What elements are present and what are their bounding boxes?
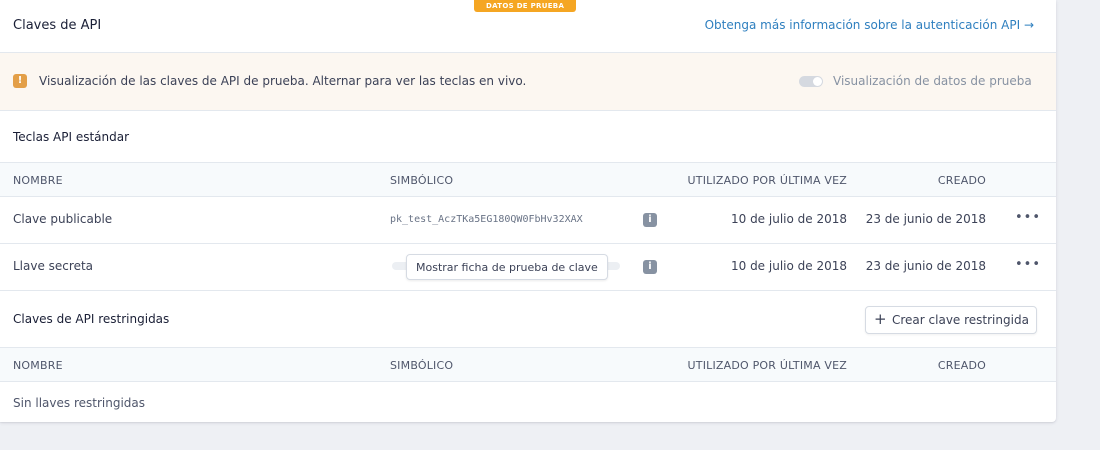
column-header-created: CREADO bbox=[937, 174, 986, 187]
key-last-used: 10 de julio de 2018 bbox=[730, 259, 847, 273]
table-row: Clave publicable pk_test_AczTKa5EG180QW0… bbox=[0, 197, 1056, 244]
plus-icon: + bbox=[874, 310, 887, 328]
column-header-created: CREADO bbox=[937, 359, 986, 372]
column-header-token: SIMBÓLICO bbox=[390, 174, 454, 187]
create-restricted-key-label: Crear clave restringida bbox=[892, 313, 1029, 327]
info-icon[interactable]: i bbox=[643, 260, 657, 274]
restricted-keys-empty: Sin llaves restringidas bbox=[0, 382, 1056, 422]
restricted-keys-table-header: NOMBRE SIMBÓLICO UTILIZADO POR ÚLTIMA VE… bbox=[0, 348, 1056, 382]
toggle-knob bbox=[813, 77, 822, 86]
key-token[interactable]: pk_test_AczTKa5EG180QW0FbHv32XAX bbox=[390, 214, 583, 225]
more-options-icon[interactable]: ••• bbox=[1015, 210, 1041, 225]
info-icon[interactable]: i bbox=[643, 213, 657, 227]
notice-message: Visualización de las claves de API de pr… bbox=[39, 74, 527, 88]
empty-state-text: Sin llaves restringidas bbox=[13, 396, 145, 410]
page-title: Claves de API bbox=[13, 18, 102, 33]
standard-keys-table-header: NOMBRE SIMBÓLICO UTILIZADO POR ÚLTIMA VE… bbox=[0, 163, 1056, 197]
reveal-secret-key-button[interactable]: Mostrar ficha de prueba de clave bbox=[406, 254, 608, 280]
test-data-toggle-label: Visualización de datos de prueba bbox=[833, 74, 1032, 88]
column-header-name: NOMBRE bbox=[13, 174, 63, 187]
column-header-last-used: UTILIZADO POR ÚLTIMA VEZ bbox=[687, 359, 847, 372]
info-icon: ! bbox=[13, 74, 27, 88]
key-last-used: 10 de julio de 2018 bbox=[730, 212, 847, 226]
key-name: Llave secreta bbox=[13, 259, 94, 273]
test-mode-notice: ! Visualización de las claves de API de … bbox=[0, 53, 1056, 111]
key-created: 23 de junio de 2018 bbox=[865, 259, 986, 273]
test-data-toggle[interactable] bbox=[799, 76, 823, 87]
key-name: Clave publicable bbox=[13, 212, 113, 226]
restricted-keys-section: Claves de API restringidas + Crear clave… bbox=[0, 291, 1056, 348]
restricted-keys-title: Claves de API restringidas bbox=[13, 312, 170, 326]
column-header-token: SIMBÓLICO bbox=[390, 359, 454, 372]
column-header-name: NOMBRE bbox=[13, 359, 63, 372]
api-keys-card: DATOS DE PRUEBA Claves de API Obtenga má… bbox=[0, 0, 1056, 422]
standard-keys-title: Teclas API estándar bbox=[13, 130, 130, 144]
create-restricted-key-button[interactable]: + Crear clave restringida bbox=[865, 306, 1037, 334]
table-row: Llave secreta Mostrar ficha de prueba de… bbox=[0, 244, 1056, 291]
card-header: Claves de API Obtenga más información so… bbox=[0, 0, 1056, 53]
column-header-last-used: UTILIZADO POR ÚLTIMA VEZ bbox=[687, 174, 847, 187]
more-options-icon[interactable]: ••• bbox=[1015, 257, 1041, 272]
auth-docs-link[interactable]: Obtenga más información sobre la autenti… bbox=[705, 18, 1034, 32]
key-created: 23 de junio de 2018 bbox=[865, 212, 986, 226]
standard-keys-section: Teclas API estándar bbox=[0, 111, 1056, 163]
